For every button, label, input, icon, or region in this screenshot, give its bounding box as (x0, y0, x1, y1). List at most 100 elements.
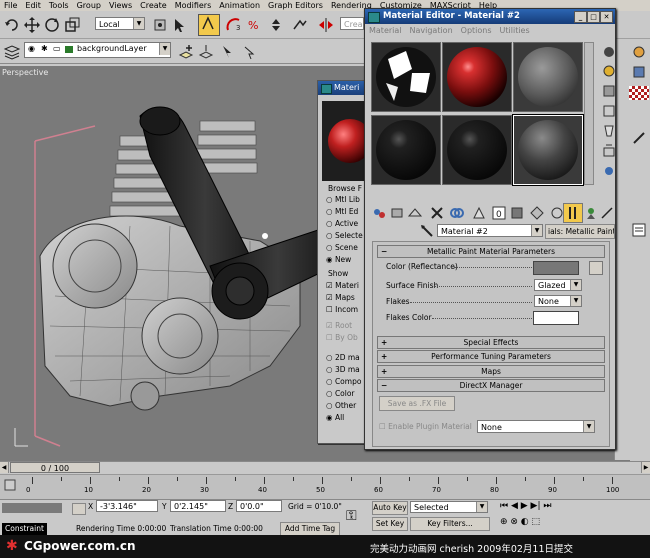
maps-rollout[interactable]: + Maps (377, 365, 605, 378)
performance-tuning-rollout[interactable]: + Performance Tuning Parameters (377, 350, 605, 363)
special-effects-rollout[interactable]: + Special Effects (377, 336, 605, 349)
viewport-nav-controls[interactable]: ⊕ ⊗ ◐ ⬚ (500, 517, 540, 527)
set-current-layer-icon[interactable] (240, 42, 260, 62)
metallic-paint-params-rollout[interactable]: − Metallic Paint Material Parameters (377, 245, 605, 258)
menu-options[interactable]: Options (457, 26, 496, 35)
surface-finish-dropdown[interactable]: Glazed ▼ (534, 279, 582, 291)
percent-snap-icon[interactable]: % (244, 15, 264, 35)
checkbox-root-only[interactable]: ☑ Root (326, 321, 352, 330)
radio-active-slot[interactable]: ○ Active (326, 219, 358, 228)
sample-slots-scrollbar[interactable] (584, 42, 594, 185)
select-layer-icon[interactable] (218, 42, 238, 62)
scale-icon[interactable] (62, 15, 82, 35)
sample-slot-1[interactable] (371, 42, 441, 112)
sample-slot-2[interactable] (442, 42, 512, 112)
menu-file[interactable]: File (0, 0, 21, 11)
rotate-icon[interactable] (42, 15, 62, 35)
menu-modifiers[interactable]: Modifiers (171, 0, 216, 11)
named-selection-icon[interactable] (290, 15, 310, 35)
checkbox-maps[interactable]: ☑ Maps (326, 293, 355, 302)
key-mode-dropdown[interactable]: Selected ▼ (410, 501, 488, 513)
video-color-check-icon[interactable] (599, 121, 619, 141)
put-to-library-icon[interactable] (469, 203, 489, 223)
sample-slot-4[interactable] (371, 115, 441, 185)
menu-navigation[interactable]: Navigation (406, 26, 457, 35)
playback-controls[interactable]: ⏮ ◀ ▶ ▶| ⏭ (500, 501, 551, 511)
snap-toggle-icon[interactable] (198, 14, 220, 36)
flakes-color-swatch[interactable] (533, 311, 579, 325)
time-slider[interactable]: ◀ 0 / 100 ▶ (0, 461, 650, 474)
backlight-icon[interactable] (599, 61, 619, 81)
radio-all[interactable]: ◉ All (326, 413, 344, 422)
menu-graph-editors[interactable]: Graph Editors (264, 0, 327, 11)
radio-other[interactable]: ○ Other (326, 401, 356, 410)
sample-slot-6-active[interactable] (512, 114, 584, 186)
radio-new[interactable]: ◉ New (326, 255, 351, 264)
y-coordinate-field[interactable]: 0'2.145" (170, 500, 226, 512)
make-preview-icon[interactable] (599, 141, 619, 161)
panel-icon[interactable] (629, 220, 649, 240)
time-slider-thumb[interactable]: 0 / 100 (10, 462, 100, 473)
show-map-icon[interactable] (507, 203, 527, 223)
menu-tools[interactable]: Tools (45, 0, 73, 11)
reset-map-icon[interactable] (427, 203, 447, 223)
z-coordinate-field[interactable]: 0'0.0" (236, 500, 282, 512)
mirror-icon[interactable] (316, 15, 336, 35)
set-key-button[interactable]: Set Key (372, 517, 408, 531)
utilities-tab-icon[interactable] (629, 128, 649, 148)
close-icon[interactable]: ✕ (600, 11, 613, 23)
material-id-icon[interactable]: 0 (489, 203, 509, 223)
named-selection-field[interactable]: Crea (340, 17, 364, 30)
radio-mtl-lib[interactable]: ○ Mtl Lib (326, 195, 360, 204)
material-type-button[interactable]: ials: Metallic Paint (545, 224, 615, 239)
undo-icon[interactable] (2, 15, 22, 35)
auto-key-button[interactable]: Auto Key (372, 501, 408, 515)
flakes-dropdown[interactable]: None ▼ (534, 295, 582, 307)
menu-material[interactable]: Material (365, 26, 406, 35)
key-icon[interactable]: ⚿ (346, 508, 357, 524)
menu-utilities[interactable]: Utilities (496, 26, 534, 35)
chevron-right-icon[interactable]: ▶ (641, 462, 650, 473)
chevron-left-icon[interactable]: ◀ (0, 462, 9, 473)
radio-2d-maps[interactable]: ○ 2D ma (326, 353, 360, 362)
add-time-tag-button[interactable]: Add Time Tag (280, 522, 340, 536)
x-coordinate-field[interactable]: -3'3.146" (96, 500, 158, 512)
sample-slot-5[interactable] (442, 115, 512, 185)
radio-compositors[interactable]: ○ Compo (326, 377, 361, 386)
key-filters-button[interactable]: Key Filters... (410, 517, 490, 531)
layer-manager-icon[interactable] (2, 42, 22, 62)
show-end-result-icon[interactable] (527, 203, 547, 223)
radio-mtl-editor[interactable]: ○ Mtl Ed (326, 207, 358, 216)
menu-views[interactable]: Views (105, 0, 136, 11)
material-navigator-icon[interactable] (597, 203, 617, 223)
menu-create[interactable]: Create (136, 0, 171, 11)
color-reflectance-swatch[interactable] (533, 261, 579, 275)
make-unique-icon[interactable] (447, 203, 467, 223)
background-icon[interactable] (599, 81, 619, 101)
maxscript-listener[interactable] (2, 503, 62, 513)
get-material-icon[interactable] (369, 203, 389, 223)
layer-dropdown[interactable]: ◉ ✱ ▭ backgroundLayer ▼ (24, 42, 171, 58)
modify-tab-icon[interactable] (629, 62, 649, 82)
color-map-button[interactable] (589, 261, 603, 275)
save-as-fx-button[interactable]: Save as .FX File (379, 396, 455, 411)
lock-selection-icon[interactable] (72, 503, 86, 515)
minimize-icon[interactable]: _ (574, 11, 587, 23)
options-icon[interactable] (599, 161, 619, 181)
sample-type-icon[interactable] (599, 42, 619, 62)
select-manipulate-icon[interactable] (170, 15, 190, 35)
menu-group[interactable]: Group (73, 0, 105, 11)
pick-material-icon[interactable] (417, 222, 437, 242)
pivot-icon[interactable] (150, 15, 170, 35)
menu-animation[interactable]: Animation (215, 0, 264, 11)
add-to-layer-icon[interactable] (196, 42, 216, 62)
put-material-icon[interactable] (387, 203, 407, 223)
material-name-field[interactable]: Material #2 ▼ (437, 224, 543, 237)
maximize-icon[interactable]: □ (587, 11, 600, 23)
radio-scene[interactable]: ○ Scene (326, 243, 358, 252)
go-forward-icon[interactable] (563, 203, 583, 223)
menu-edit[interactable]: Edit (21, 0, 45, 11)
radio-selected[interactable]: ○ Selecte (326, 231, 363, 240)
track-bar[interactable]: 0 10 20 30 40 50 60 70 80 90 100 (0, 474, 650, 499)
enable-plugin-checkbox[interactable]: ☐ Enable Plugin Material (379, 422, 472, 431)
